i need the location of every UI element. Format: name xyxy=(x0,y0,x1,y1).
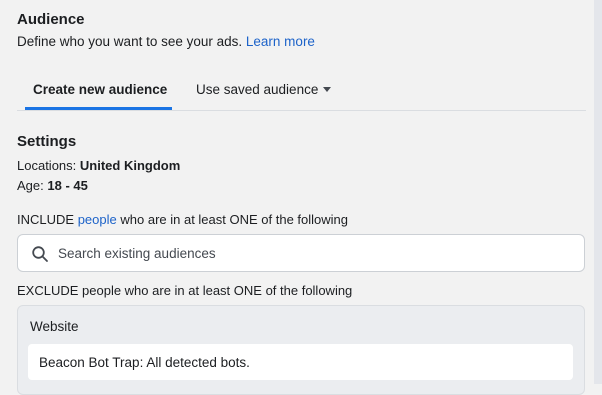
panel-edge xyxy=(594,0,602,384)
age-line: Age: 18 - 45 xyxy=(17,178,88,193)
learn-more-link[interactable]: Learn more xyxy=(246,34,315,49)
tab-use-saved-audience[interactable]: Use saved audience xyxy=(196,82,332,97)
include-line: INCLUDE people who are in at least ONE o… xyxy=(17,212,348,227)
website-exclusion-group: Website Beacon Bot Trap: All detected bo… xyxy=(17,305,585,395)
locations-label: Locations: xyxy=(17,158,77,173)
section-description: Define who you want to see your ads. Lea… xyxy=(17,34,315,49)
people-link[interactable]: people xyxy=(78,212,117,227)
search-input[interactable] xyxy=(58,235,578,271)
exclude-line: EXCLUDE people who are in at least ONE o… xyxy=(17,283,353,298)
section-title: Audience xyxy=(17,11,85,28)
age-value: 18 - 45 xyxy=(47,178,88,193)
description-text: Define who you want to see your ads. xyxy=(17,34,243,49)
tab-create-new-audience[interactable]: Create new audience xyxy=(33,82,167,97)
include-prefix: INCLUDE xyxy=(17,212,75,227)
include-suffix: who are in at least ONE of the following xyxy=(120,212,348,227)
tab-saved-label: Use saved audience xyxy=(196,82,319,97)
age-label: Age: xyxy=(17,178,44,193)
search-existing-audiences[interactable] xyxy=(17,234,585,272)
audience-panel: Audience Define who you want to see your… xyxy=(0,0,602,395)
locations-line: Locations: United Kingdom xyxy=(17,158,180,173)
search-icon xyxy=(32,246,48,262)
excluded-audience-item[interactable]: Beacon Bot Trap: All detected bots. xyxy=(28,344,573,380)
excluded-audience-label: Beacon Bot Trap: All detected bots. xyxy=(39,355,250,370)
audience-tabs: Create new audience Use saved audience xyxy=(17,76,586,111)
caret-down-icon xyxy=(323,87,332,92)
website-group-title: Website xyxy=(30,319,79,334)
locations-value: United Kingdom xyxy=(79,158,181,173)
settings-title: Settings xyxy=(17,133,77,150)
active-tab-indicator xyxy=(25,107,172,110)
